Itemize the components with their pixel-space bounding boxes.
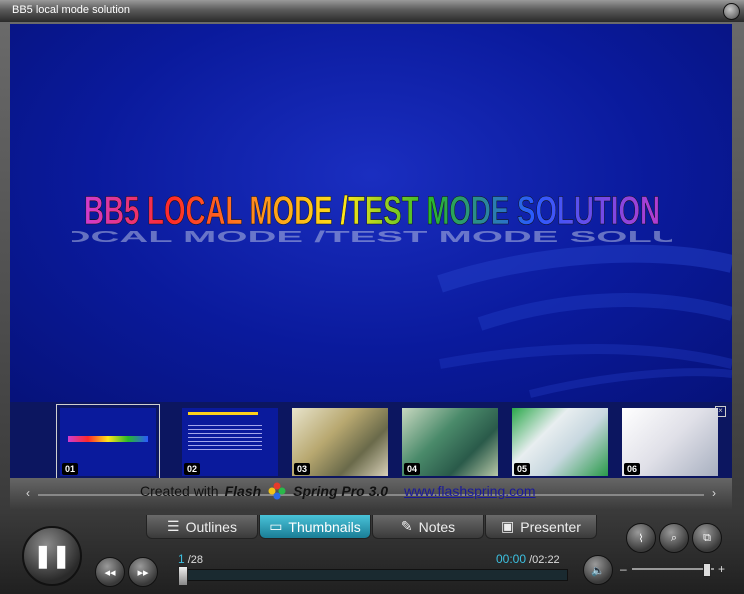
scroll-left-icon[interactable]: ‹ bbox=[26, 486, 30, 500]
slide-title-text: BB5 LOCAL MODE /TEST MODE SOLUTION bbox=[84, 189, 660, 233]
progress-bar[interactable] bbox=[178, 566, 568, 586]
thumbnails-icon: ▭ bbox=[269, 518, 283, 534]
tab-label: Notes bbox=[418, 518, 456, 535]
thumbnail-01[interactable]: 01 bbox=[56, 404, 160, 480]
title-bar: BB5 local mode solution bbox=[0, 0, 744, 23]
tab-label: Presenter bbox=[520, 518, 581, 535]
pause-icon: ❚❚ bbox=[33, 543, 71, 568]
thumbnail-preview bbox=[188, 412, 258, 415]
thumbnail-02[interactable]: 02 bbox=[182, 408, 278, 476]
fullscreen-icon: ⧉ bbox=[703, 531, 711, 544]
window-title: BB5 local mode solution bbox=[12, 4, 131, 16]
rewind-icon: ◂◂ bbox=[104, 566, 116, 579]
credit-prefix: Created with bbox=[140, 483, 219, 499]
thumbnail-preview bbox=[68, 436, 148, 442]
page-counter: 1 /28 bbox=[178, 552, 203, 566]
total-time: /02:22 bbox=[529, 554, 560, 566]
thumbnail-05[interactable]: 05 bbox=[512, 408, 608, 476]
slide-title: BB5 LOCAL MODE /TEST MODE SOLUTION BB5 L… bbox=[72, 189, 672, 246]
paperclip-icon: ⌇ bbox=[638, 532, 644, 545]
volume-minus: – bbox=[620, 562, 627, 576]
progress-handle[interactable] bbox=[178, 566, 188, 586]
tab-outlines[interactable]: ☰ Outlines bbox=[146, 515, 258, 539]
rewind-button[interactable]: ◂◂ bbox=[95, 557, 125, 587]
current-page: 1 bbox=[178, 552, 185, 566]
slide-canvas: BB5 LOCAL MODE /TEST MODE SOLUTION BB5 L… bbox=[10, 24, 732, 402]
control-bar: ☰ Outlines ▭ Thumbnails ✎ Notes ▣ Presen… bbox=[0, 512, 744, 594]
fast-forward-icon: ▸▸ bbox=[137, 566, 149, 579]
outline-icon: ☰ bbox=[167, 518, 180, 534]
attachment-button[interactable]: ⌇ bbox=[626, 523, 656, 553]
flashspring-logo-icon bbox=[268, 482, 286, 500]
tab-bar: ☰ Outlines ▭ Thumbnails ✎ Notes ▣ Presen… bbox=[146, 515, 598, 541]
flashspring-link[interactable]: www.flashspring.com bbox=[404, 483, 536, 499]
thumbnail-number: 03 bbox=[294, 463, 311, 475]
close-window-button[interactable] bbox=[723, 3, 740, 20]
pause-button[interactable]: ❚❚ bbox=[22, 526, 82, 586]
search-button[interactable]: ⌕ bbox=[659, 523, 689, 553]
thumbnail-number: 02 bbox=[184, 463, 201, 475]
scroll-right-icon[interactable]: › bbox=[712, 486, 716, 500]
brand-spring: Spring Pro 3.0 bbox=[293, 483, 389, 499]
tab-label: Outlines bbox=[185, 518, 237, 535]
total-pages: /28 bbox=[187, 554, 204, 566]
thumbnail-04[interactable]: 04 bbox=[402, 408, 498, 476]
brand-flash: Flash bbox=[224, 483, 262, 499]
tab-thumbnails[interactable]: ▭ Thumbnails bbox=[259, 515, 371, 539]
speaker-icon: 🔈 bbox=[591, 564, 605, 577]
thumbnail-number: 04 bbox=[404, 463, 421, 475]
volume-plus: + bbox=[718, 562, 726, 576]
tab-presenter[interactable]: ▣ Presenter bbox=[485, 515, 597, 539]
current-time: 00:00 bbox=[496, 552, 527, 566]
presenter-icon: ▣ bbox=[501, 518, 515, 534]
thumbnail-03[interactable]: 03 bbox=[292, 408, 388, 476]
thumbnail-06[interactable]: 06 bbox=[622, 408, 718, 476]
tab-label: Thumbnails bbox=[288, 518, 361, 535]
thumbnail-strip: × 01 02 03 04 05 06 bbox=[10, 402, 732, 480]
tab-notes[interactable]: ✎ Notes bbox=[372, 515, 484, 539]
volume-slider[interactable]: – + bbox=[620, 562, 730, 577]
thumbnail-preview-text bbox=[188, 422, 262, 452]
pencil-icon: ✎ bbox=[400, 518, 413, 534]
volume-button[interactable]: 🔈 bbox=[583, 555, 613, 585]
volume-knob[interactable] bbox=[702, 563, 711, 577]
thumbnail-number: 01 bbox=[62, 463, 79, 475]
time-display: 00:00 /02:22 bbox=[496, 552, 560, 566]
thumbnail-number: 06 bbox=[624, 463, 641, 475]
fullscreen-button[interactable]: ⧉ bbox=[692, 523, 722, 553]
volume-track[interactable] bbox=[632, 568, 714, 570]
fast-forward-button[interactable]: ▸▸ bbox=[128, 557, 158, 587]
thumbnail-number: 05 bbox=[514, 463, 531, 475]
search-icon: ⌕ bbox=[670, 531, 678, 544]
credit-watermark: Created with Flash Spring Pro 3.0 www.fl… bbox=[140, 481, 536, 501]
